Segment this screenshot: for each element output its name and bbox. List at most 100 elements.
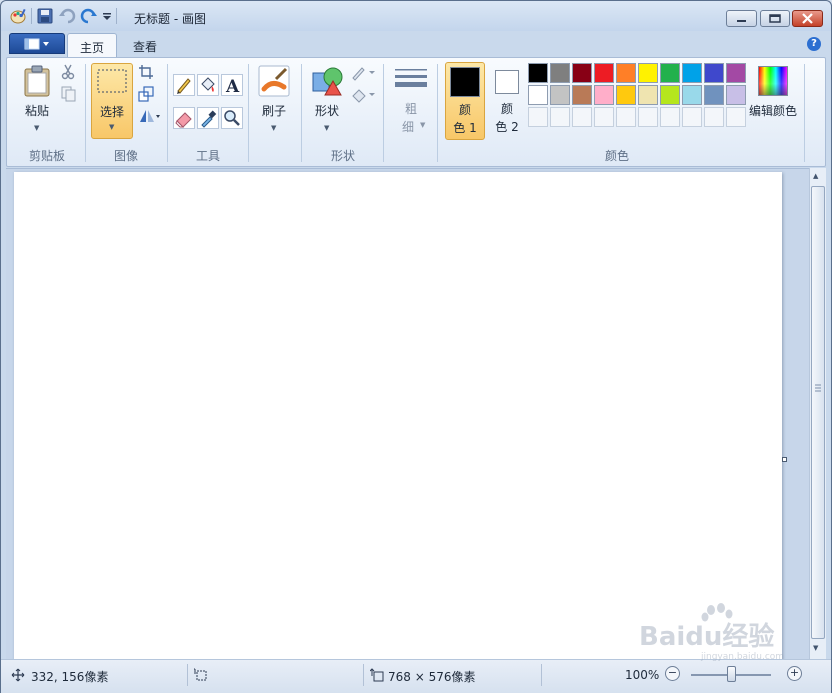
canvas-resize-handle-right[interactable] bbox=[782, 457, 787, 462]
palette-swatch[interactable] bbox=[528, 63, 548, 83]
title-bar: 无标题 - 画图 bbox=[1, 1, 831, 31]
zoom-in-button[interactable]: + bbox=[787, 666, 802, 681]
palette-swatch[interactable] bbox=[616, 107, 636, 127]
palette-swatch[interactable] bbox=[572, 85, 592, 105]
scroll-down-arrow[interactable]: ▼ bbox=[813, 644, 818, 652]
color2-swatch bbox=[495, 70, 519, 94]
eraser-icon[interactable] bbox=[173, 107, 195, 129]
undo-icon[interactable] bbox=[58, 8, 76, 24]
close-button[interactable] bbox=[792, 10, 823, 27]
status-divider bbox=[187, 664, 188, 686]
palette-swatch[interactable] bbox=[726, 107, 746, 127]
palette-swatch[interactable] bbox=[550, 63, 570, 83]
colors-group-label: 颜色 bbox=[604, 149, 629, 163]
rotate-icon[interactable] bbox=[138, 108, 162, 127]
paint-app-icon[interactable] bbox=[9, 8, 27, 24]
tab-view[interactable]: 查看 bbox=[121, 33, 169, 57]
resize-icon[interactable] bbox=[138, 86, 154, 105]
fill-bucket-icon[interactable] bbox=[197, 74, 219, 96]
palette-swatch[interactable] bbox=[616, 63, 636, 83]
baidu-watermark: Baidu经验 jingyan.baidu.com bbox=[635, 601, 785, 662]
palette-swatch[interactable] bbox=[638, 63, 658, 83]
palette-swatch[interactable] bbox=[704, 63, 724, 83]
palette-swatch[interactable] bbox=[638, 85, 658, 105]
color2-button[interactable]: 颜 色 2 bbox=[489, 62, 529, 140]
select-button[interactable]: 选择 ▼ bbox=[91, 63, 133, 139]
palette-swatch[interactable] bbox=[528, 85, 548, 105]
palette-swatch[interactable] bbox=[550, 85, 570, 105]
paste-dropdown-caret: ▼ bbox=[34, 124, 40, 132]
magnifier-icon[interactable] bbox=[221, 107, 243, 129]
edit-colors-icon[interactable] bbox=[758, 66, 788, 96]
scroll-thumb[interactable] bbox=[811, 186, 825, 639]
size-label-line1: 粗 bbox=[404, 102, 417, 116]
palette-swatch[interactable] bbox=[726, 85, 746, 105]
tab-home[interactable]: 主页 bbox=[67, 33, 118, 57]
copy-icon[interactable] bbox=[60, 86, 76, 105]
pencil-icon[interactable] bbox=[173, 74, 195, 96]
palette-swatch[interactable] bbox=[616, 85, 636, 105]
palette-swatch[interactable] bbox=[660, 107, 680, 127]
redo-icon[interactable] bbox=[80, 8, 98, 24]
palette-swatch[interactable] bbox=[594, 63, 614, 83]
drawing-canvas[interactable] bbox=[14, 172, 782, 660]
size-dropdown-caret: ▼ bbox=[420, 121, 426, 129]
text-tool-icon[interactable]: A bbox=[221, 74, 243, 97]
watermark-text: Baidu经验 bbox=[639, 621, 774, 652]
palette-swatch[interactable] bbox=[528, 107, 548, 127]
help-icon[interactable]: ? bbox=[807, 37, 821, 51]
brushes-button[interactable]: 刷子 ▼ bbox=[254, 62, 294, 138]
fill-icon[interactable] bbox=[350, 86, 376, 107]
shapes-button[interactable]: 形状 ▼ bbox=[307, 62, 347, 138]
canvas-size: 768 × 576像素 bbox=[388, 670, 476, 684]
palette-swatch[interactable] bbox=[638, 107, 658, 127]
palette-swatch[interactable] bbox=[550, 107, 570, 127]
group-divider bbox=[301, 64, 302, 162]
zoom-level: 100% bbox=[625, 668, 660, 682]
select-label: 选择 bbox=[99, 105, 124, 119]
cut-icon[interactable] bbox=[60, 64, 76, 83]
crop-icon[interactable] bbox=[138, 64, 154, 83]
group-divider bbox=[85, 64, 86, 162]
palette-swatch[interactable] bbox=[660, 85, 680, 105]
cursor-position: 332, 156像素 bbox=[31, 670, 109, 684]
group-divider bbox=[437, 64, 438, 162]
brush-icon bbox=[258, 65, 290, 100]
outline-icon[interactable] bbox=[350, 64, 376, 85]
zoom-out-button[interactable]: − bbox=[665, 666, 680, 681]
scroll-up-arrow[interactable]: ▲ bbox=[813, 172, 818, 180]
palette-swatch[interactable] bbox=[726, 63, 746, 83]
palette-swatch[interactable] bbox=[704, 107, 724, 127]
shapes-icon bbox=[311, 65, 343, 100]
palette-swatch[interactable] bbox=[572, 63, 592, 83]
zoom-slider-thumb[interactable] bbox=[727, 666, 736, 682]
palette-swatch[interactable] bbox=[682, 63, 702, 83]
palette-swatch[interactable] bbox=[572, 107, 592, 127]
palette-swatch[interactable] bbox=[704, 85, 724, 105]
palette-swatch[interactable] bbox=[682, 85, 702, 105]
minimize-button[interactable] bbox=[726, 10, 757, 27]
group-divider bbox=[167, 64, 168, 162]
palette-swatch[interactable] bbox=[594, 85, 614, 105]
ribbon-tabs: 主页 查看 ? bbox=[1, 32, 831, 57]
maximize-button[interactable] bbox=[760, 10, 790, 27]
paste-label: 粘贴 bbox=[24, 104, 49, 118]
paint-menu-button[interactable] bbox=[9, 33, 65, 54]
vertical-scrollbar[interactable]: ▲ ▼ bbox=[809, 168, 826, 659]
save-icon[interactable] bbox=[36, 8, 54, 24]
palette-swatch[interactable] bbox=[594, 107, 614, 127]
select-rect-icon bbox=[97, 69, 127, 96]
edit-colors-label[interactable]: 编辑颜色 bbox=[747, 102, 799, 119]
palette-swatch[interactable] bbox=[660, 63, 680, 83]
paste-button[interactable]: 粘贴 ▼ bbox=[17, 62, 57, 138]
color-picker-icon[interactable] bbox=[197, 107, 219, 129]
line-width-icon bbox=[394, 67, 428, 96]
size-button[interactable]: 粗 细 ▼ bbox=[389, 62, 433, 138]
color1-button[interactable]: 颜 色 1 bbox=[445, 62, 485, 140]
customize-qat-icon[interactable] bbox=[102, 8, 112, 24]
select-dropdown-caret: ▼ bbox=[109, 123, 115, 131]
group-divider bbox=[804, 64, 805, 162]
canvas-area bbox=[6, 168, 809, 660]
color1-label-line1: 颜 bbox=[458, 103, 471, 117]
palette-swatch[interactable] bbox=[682, 107, 702, 127]
